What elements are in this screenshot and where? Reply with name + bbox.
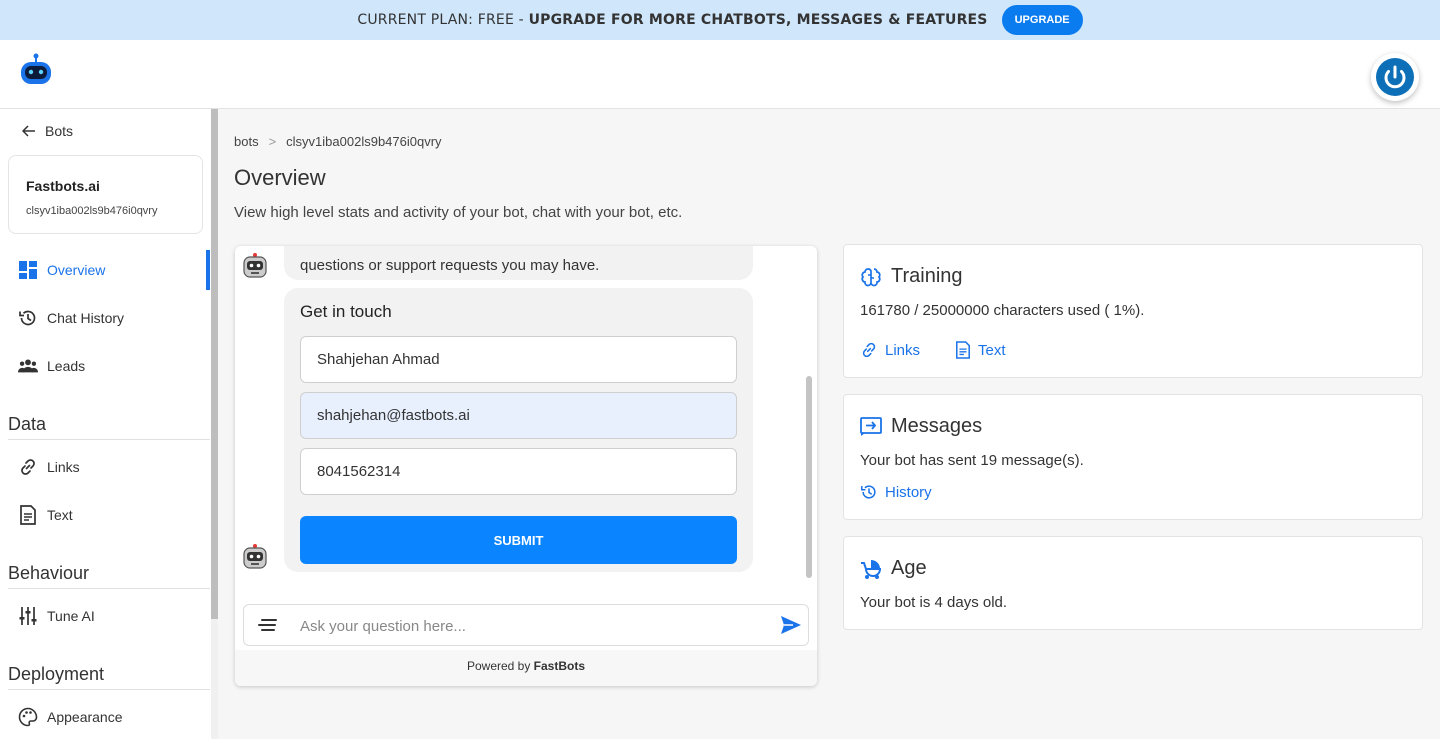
power-icon	[1376, 58, 1414, 96]
sidebar-scrollbar[interactable]	[211, 109, 218, 739]
sidebar-item-overview[interactable]: Overview	[0, 250, 210, 290]
training-title: Training	[891, 265, 963, 287]
sidebar-scrollbar-thumb[interactable]	[211, 109, 218, 619]
upgrade-button[interactable]: UPGRADE	[1001, 5, 1083, 35]
bot-avatar-icon	[241, 543, 269, 571]
dashboard-icon	[18, 260, 38, 280]
sidebar-item-text[interactable]: Text	[0, 495, 210, 535]
messages-history-link[interactable]: History	[860, 483, 932, 501]
age-heading: Age	[860, 557, 927, 580]
chat-widget: questions or support requests you may ha…	[235, 246, 817, 686]
send-icon[interactable]	[780, 615, 802, 640]
chat-input-bar: Ask your question here...	[243, 604, 809, 646]
bot-id: clsyv1iba002ls9b476i0qvry	[26, 205, 158, 217]
sidebar-item-label: Appearance	[47, 709, 123, 725]
messages-count-text: Your bot has sent 19 message(s).	[860, 452, 1084, 469]
submit-button[interactable]: SUBMIT	[300, 516, 737, 564]
form-title: Get in touch	[300, 302, 392, 321]
sidebar-item-appearance[interactable]: Appearance	[0, 697, 210, 737]
power-button[interactable]	[1371, 53, 1419, 101]
breadcrumb-current: clsyv1iba002ls9b476i0qvry	[286, 134, 442, 149]
page-title: Overview	[234, 165, 326, 190]
link-icon	[18, 457, 38, 477]
bot-info-card: Fastbots.ai clsyv1iba002ls9b476i0qvry	[8, 155, 203, 234]
sidebar-item-label: Links	[47, 459, 80, 475]
age-card: Age Your bot is 4 days old.	[843, 536, 1423, 630]
message-icon	[860, 416, 882, 436]
brain-icon	[861, 267, 881, 286]
messages-card: Messages Your bot has sent 19 message(s)…	[843, 394, 1423, 520]
page-subtitle: View high level stats and activity of yo…	[234, 204, 683, 221]
age-title: Age	[891, 557, 927, 579]
sidebar-item-label: Text	[47, 507, 73, 523]
chat-scrollbar[interactable]	[806, 250, 812, 580]
plan-text: CURRENT PLAN: FREE - UPGRADE FOR MORE CH…	[357, 12, 988, 28]
fastbots-link[interactable]: FastBots	[534, 659, 585, 673]
link-icon	[862, 342, 876, 358]
sidebar: Bots Fastbots.ai clsyv1iba002ls9b476i0qv…	[0, 109, 218, 739]
robot-logo-icon[interactable]	[18, 53, 54, 94]
chat-input[interactable]: Ask your question here...	[300, 618, 466, 635]
sidebar-item-leads[interactable]: Leads	[0, 346, 210, 386]
messages-title: Messages	[891, 415, 983, 437]
back-label: Bots	[45, 123, 74, 139]
age-text: Your bot is 4 days old.	[860, 594, 1008, 611]
bot-name: Fastbots.ai	[26, 178, 100, 194]
menu-icon[interactable]	[257, 616, 279, 639]
palette-icon	[18, 707, 38, 727]
tune-icon	[18, 606, 38, 626]
history-icon	[18, 308, 38, 328]
sidebar-item-links[interactable]: Links	[0, 447, 210, 487]
sidebar-item-label: Overview	[47, 262, 106, 278]
sidebar-item-tune-ai[interactable]: Tune AI	[0, 596, 210, 636]
training-usage: 161780 / 25000000 characters used ( 1%).	[860, 302, 1145, 319]
email-field[interactable]: shahjehan@fastbots.ai	[300, 392, 737, 439]
sidebar-item-label: Chat History	[47, 310, 125, 326]
section-data-heading: Data	[8, 414, 210, 440]
top-bar	[0, 40, 1440, 109]
arrow-left-icon	[22, 125, 35, 137]
breadcrumb-separator: >	[268, 134, 277, 149]
document-icon	[956, 341, 970, 359]
bot-message-bubble: questions or support requests you may ha…	[284, 246, 753, 280]
phone-field[interactable]: 8041562314	[300, 448, 737, 495]
people-icon	[18, 356, 38, 376]
training-heading: Training	[860, 265, 963, 288]
history-icon	[861, 485, 876, 499]
back-to-bots-link[interactable]: Bots	[22, 123, 73, 139]
breadcrumb: bots > clsyv1iba002ls9b476i0qvry	[234, 134, 442, 149]
sidebar-item-chat-history[interactable]: Chat History	[0, 298, 210, 338]
training-links-link[interactable]: Links	[860, 341, 920, 359]
contact-form-card: Get in touch Shahjehan Ahmad shahjehan@f…	[284, 288, 753, 572]
name-field[interactable]: Shahjehan Ahmad	[300, 336, 737, 383]
section-behaviour-heading: Behaviour	[8, 563, 210, 589]
chat-scrollbar-thumb[interactable]	[806, 376, 812, 578]
powered-by: Powered by FastBots	[235, 650, 817, 686]
document-icon	[18, 505, 38, 525]
section-deployment-heading: Deployment	[8, 664, 210, 690]
stroller-icon	[861, 559, 882, 579]
upgrade-banner: CURRENT PLAN: FREE - UPGRADE FOR MORE CH…	[0, 0, 1440, 40]
messages-heading: Messages	[860, 415, 982, 438]
sidebar-item-label: Tune AI	[47, 608, 95, 624]
breadcrumb-bots-link[interactable]: bots	[234, 134, 259, 149]
bot-message-text: questions or support requests you may ha…	[300, 257, 600, 274]
sidebar-item-label: Leads	[47, 358, 86, 374]
training-card: Training 161780 / 25000000 characters us…	[843, 244, 1423, 378]
bot-avatar-icon	[241, 252, 269, 280]
training-text-link[interactable]: Text	[955, 341, 1006, 359]
